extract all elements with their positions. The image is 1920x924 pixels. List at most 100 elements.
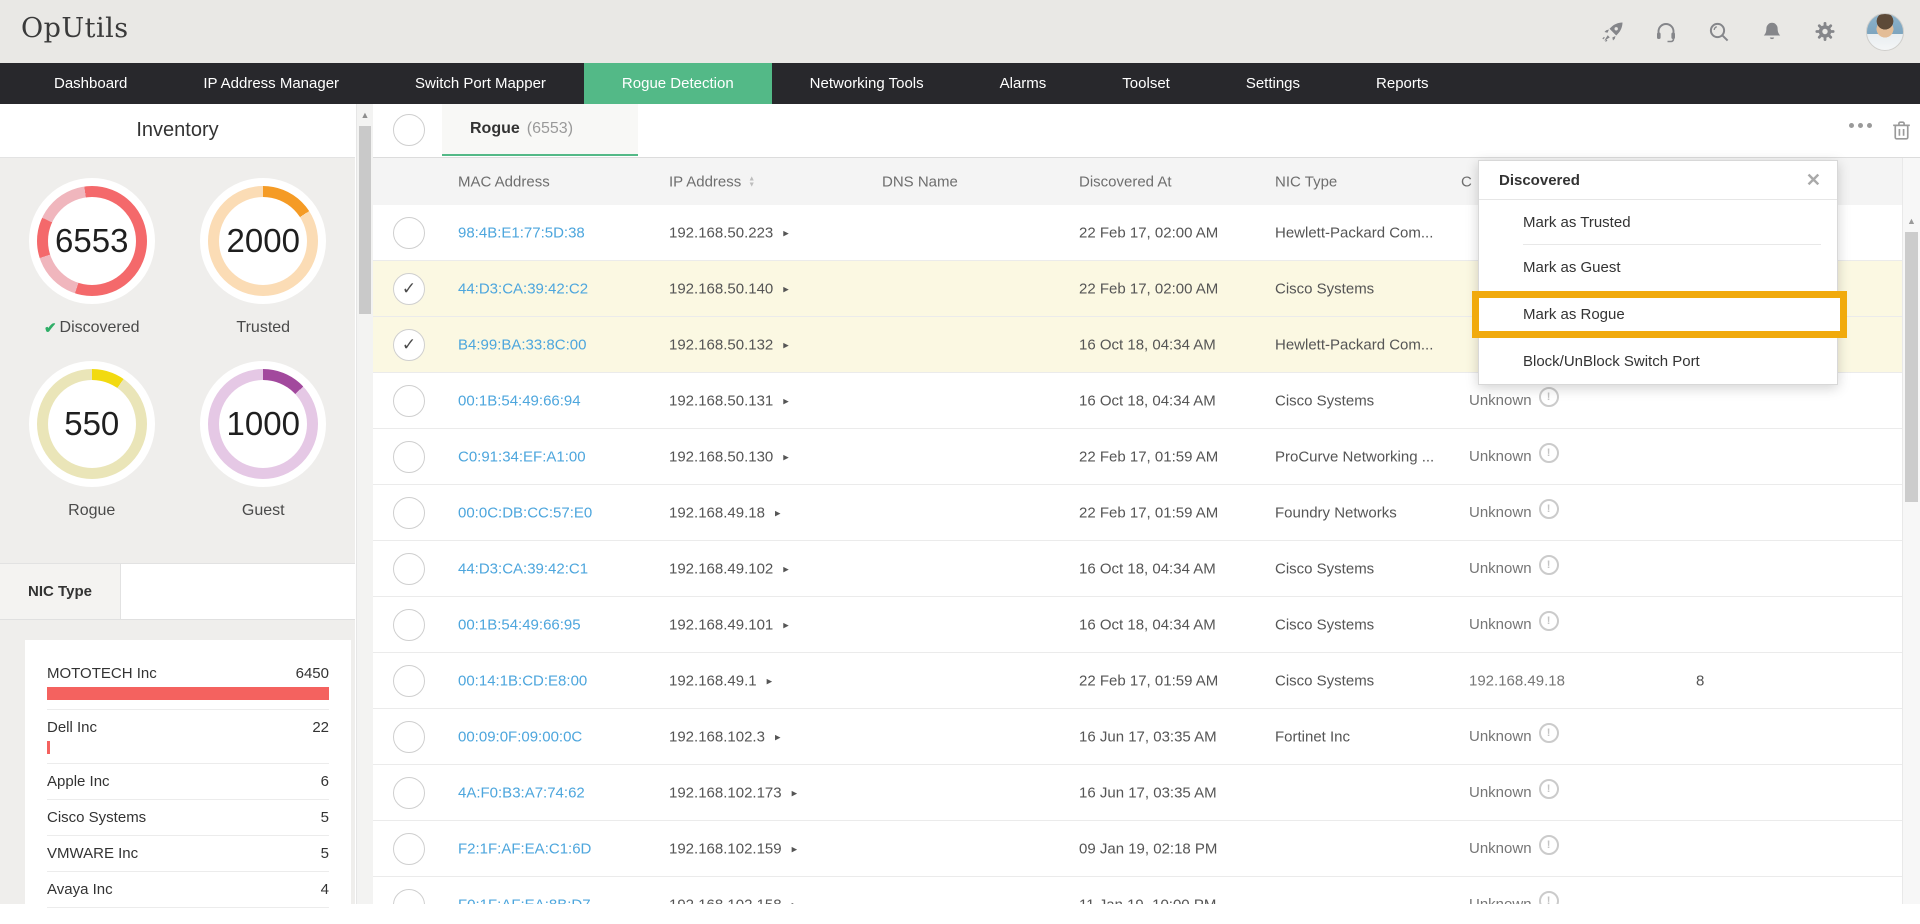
- mac-address-link[interactable]: 00:1B:54:49:66:94: [458, 392, 581, 409]
- unknown-info-icon[interactable]: !: [1538, 554, 1559, 575]
- scrollbar-thumb[interactable]: [359, 126, 371, 314]
- table-row[interactable]: 00:1B:54:49:66:95 192.168.49.101 ▸ 16 Oct 1…: [373, 597, 1920, 653]
- row-checkbox[interactable]: [393, 384, 425, 417]
- table-row[interactable]: 00:14:1B:CD:E8:00 192.168.49.1 ▸ 22 Feb 17,…: [373, 653, 1920, 709]
- more-options-icon[interactable]: [1849, 123, 1872, 128]
- bell-icon[interactable]: [1760, 20, 1784, 44]
- mac-address-link[interactable]: 00:14:1B:CD:E8:00: [458, 672, 587, 689]
- user-avatar[interactable]: [1866, 12, 1904, 51]
- donut-ring-discovered[interactable]: 6553: [28, 178, 155, 304]
- menu-item-mark-as-rogue[interactable]: Mark as Rogue: [1472, 291, 1847, 338]
- nic-row-mototech-inc[interactable]: MOTOTECH Inc 6450: [47, 656, 329, 710]
- expand-arrow-icon[interactable]: ▸: [783, 282, 789, 295]
- nav-tab-rogue-detection[interactable]: Rogue Detection: [583, 63, 772, 104]
- nav-tab-reports[interactable]: Reports: [1338, 63, 1467, 104]
- unknown-info-icon[interactable]: !: [1538, 498, 1559, 519]
- select-all-checkbox[interactable]: [393, 114, 425, 146]
- nav-tab-settings[interactable]: Settings: [1208, 63, 1338, 104]
- expand-arrow-icon[interactable]: ▸: [792, 842, 798, 855]
- nav-tab-ip-address-manager[interactable]: IP Address Manager: [165, 63, 377, 104]
- row-checkbox[interactable]: [393, 720, 425, 753]
- mac-address-link[interactable]: C0:91:34:EF:A1:00: [458, 448, 586, 465]
- expand-arrow-icon[interactable]: ▸: [775, 730, 781, 743]
- nav-tab-alarms[interactable]: Alarms: [962, 63, 1085, 104]
- donut-label-trusted[interactable]: Trusted: [236, 319, 290, 337]
- scroll-up-icon[interactable]: ▲: [1903, 216, 1920, 226]
- expand-arrow-icon[interactable]: ▸: [783, 450, 789, 463]
- nav-tab-toolset[interactable]: Toolset: [1084, 63, 1208, 104]
- row-checkbox[interactable]: [393, 440, 425, 473]
- table-row[interactable]: C0:91:34:EF:A1:00 192.168.50.130 ▸ 22 Feb 1…: [373, 429, 1920, 485]
- row-checkbox[interactable]: ✓: [393, 328, 425, 361]
- mac-address-link[interactable]: 00:1B:54:49:66:95: [458, 616, 581, 633]
- table-row[interactable]: 00:0C:DB:CC:57:E0 192.168.49.18 ▸ 22 Feb 17…: [373, 485, 1920, 541]
- table-scrollbar[interactable]: ▲: [1902, 158, 1920, 904]
- expand-arrow-icon[interactable]: ▸: [783, 618, 789, 631]
- table-row[interactable]: 44:D3:CA:39:42:C1 192.168.49.102 ▸ 16 Oct 1…: [373, 541, 1920, 597]
- mac-address-link[interactable]: 44:D3:CA:39:42:C1: [458, 560, 588, 577]
- table-row[interactable]: F2:1F:AF:EA:C1:6D 192.168.102.159 ▸ 09 Jan …: [373, 821, 1920, 877]
- scroll-up-icon[interactable]: ▲: [357, 110, 373, 120]
- unknown-info-icon[interactable]: !: [1538, 386, 1559, 407]
- nav-tab-switch-port-mapper[interactable]: Switch Port Mapper: [377, 63, 584, 104]
- mac-address-link[interactable]: 98:4B:E1:77:5D:38: [458, 224, 585, 241]
- expand-arrow-icon[interactable]: ▸: [775, 506, 781, 519]
- expand-arrow-icon[interactable]: ▸: [783, 226, 789, 239]
- scrollbar-thumb[interactable]: [1905, 232, 1918, 502]
- gear-icon[interactable]: [1813, 20, 1837, 44]
- mac-address-link[interactable]: B4:99:BA:33:8C:00: [458, 336, 586, 353]
- row-checkbox[interactable]: [393, 888, 425, 904]
- table-row[interactable]: F0:1F:AF:EA:8B:D7 192.168.102.158 ▸ 11 Jan …: [373, 877, 1920, 904]
- column-header-mac-address[interactable]: MAC Address: [458, 173, 550, 190]
- search-icon[interactable]: [1707, 20, 1731, 44]
- donut-label-guest[interactable]: Guest: [242, 502, 285, 520]
- unknown-info-icon[interactable]: !: [1538, 834, 1559, 855]
- nic-row-avaya-inc[interactable]: Avaya Inc 4: [47, 872, 329, 908]
- tab-rogue[interactable]: Rogue (6553): [442, 104, 638, 156]
- row-checkbox[interactable]: [393, 776, 425, 809]
- expand-arrow-icon[interactable]: ▸: [767, 674, 773, 687]
- column-header-discovered-at[interactable]: Discovered At: [1079, 173, 1172, 190]
- donut-label-rogue[interactable]: Rogue: [68, 502, 115, 520]
- row-checkbox[interactable]: [393, 832, 425, 865]
- donut-label-discovered[interactable]: ✔ Discovered: [44, 319, 140, 337]
- column-header-dns-name[interactable]: DNS Name: [882, 173, 958, 190]
- expand-arrow-icon[interactable]: ▸: [783, 394, 789, 407]
- sidebar-scrollbar[interactable]: ▲: [356, 104, 374, 904]
- nic-row-apple-inc[interactable]: Apple Inc 6: [47, 764, 329, 800]
- row-checkbox[interactable]: [393, 664, 425, 697]
- row-checkbox[interactable]: [393, 216, 425, 249]
- rocket-icon[interactable]: [1601, 20, 1625, 44]
- row-checkbox[interactable]: [393, 608, 425, 641]
- unknown-info-icon[interactable]: !: [1538, 442, 1559, 463]
- nav-tab-networking-tools[interactable]: Networking Tools: [772, 63, 962, 104]
- mac-address-link[interactable]: 00:09:0F:09:00:0C: [458, 728, 582, 745]
- expand-arrow-icon[interactable]: ▸: [783, 562, 789, 575]
- mac-address-link[interactable]: 4A:F0:B3:A7:74:62: [458, 784, 585, 801]
- donut-ring-guest[interactable]: 1000: [200, 361, 327, 487]
- column-header-c[interactable]: C: [1461, 173, 1472, 190]
- donut-ring-rogue[interactable]: 550: [28, 361, 155, 487]
- mac-address-link[interactable]: F0:1F:AF:EA:8B:D7: [458, 896, 591, 904]
- nic-row-dell-inc[interactable]: Dell Inc 22: [47, 710, 329, 764]
- unknown-info-icon[interactable]: !: [1538, 722, 1559, 743]
- mac-address-link[interactable]: 00:0C:DB:CC:57:E0: [458, 504, 592, 521]
- table-row[interactable]: 00:09:0F:09:00:0C 192.168.102.3 ▸ 16 Jun 17…: [373, 709, 1920, 765]
- sort-icon[interactable]: ▲ ▼: [748, 175, 755, 188]
- nic-row-vmware-inc[interactable]: VMWARE Inc 5: [47, 836, 329, 872]
- row-checkbox[interactable]: [393, 496, 425, 529]
- expand-arrow-icon[interactable]: ▸: [792, 786, 798, 799]
- nic-row-cisco-systems[interactable]: Cisco Systems 5: [47, 800, 329, 836]
- nav-tab-dashboard[interactable]: Dashboard: [16, 63, 165, 104]
- row-checkbox[interactable]: [393, 552, 425, 585]
- unknown-info-icon[interactable]: !: [1538, 890, 1559, 904]
- tab-nic-type[interactable]: NIC Type: [0, 564, 121, 619]
- menu-item-mark-as-trusted[interactable]: Mark as Trusted: [1479, 200, 1837, 245]
- table-row[interactable]: 4A:F0:B3:A7:74:62 192.168.102.173 ▸ 16 Jun …: [373, 765, 1920, 821]
- expand-arrow-icon[interactable]: ▸: [792, 898, 798, 904]
- unknown-info-icon[interactable]: !: [1538, 778, 1559, 799]
- mac-address-link[interactable]: F2:1F:AF:EA:C1:6D: [458, 840, 591, 857]
- row-checkbox[interactable]: ✓: [393, 272, 425, 305]
- close-icon[interactable]: ✕: [1806, 170, 1821, 191]
- delete-icon[interactable]: [1889, 118, 1914, 148]
